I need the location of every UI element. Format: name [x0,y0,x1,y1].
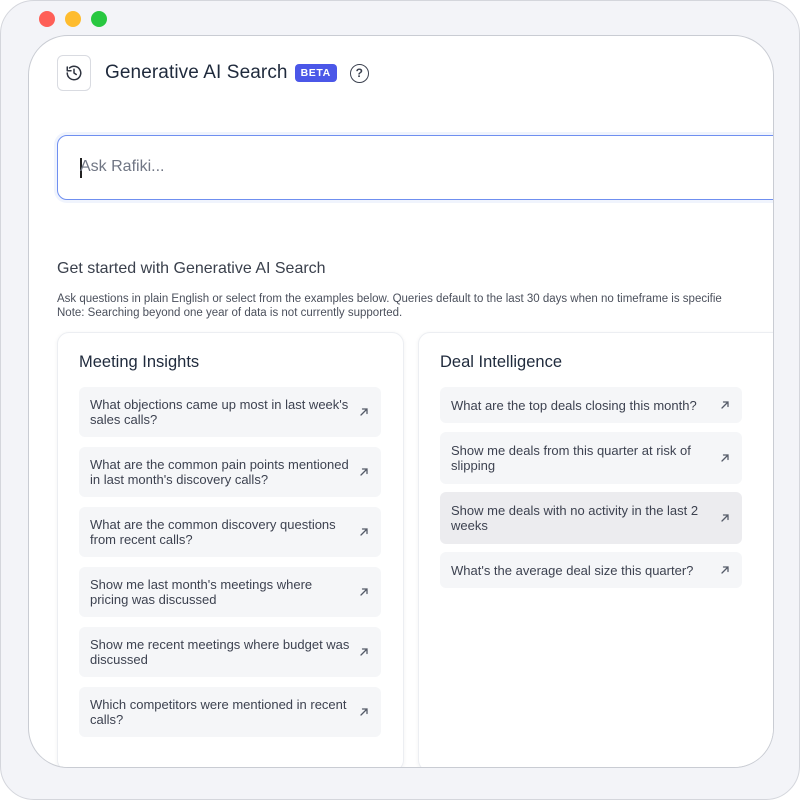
prompt-text: What are the top deals closing this mont… [451,397,697,413]
window-controls [39,11,107,27]
arrow-up-right-icon [360,528,368,536]
prompt-text: Show me last month's meetings where pric… [90,577,313,607]
helper-text: Ask questions in plain English or select… [57,292,722,320]
help-button[interactable]: ? [349,63,369,83]
prompt-item[interactable]: Which competitors were mentioned in rece… [79,687,381,737]
arrow-up-right-icon [721,401,729,409]
prompt-item[interactable]: Show me last month's meetings where pric… [79,567,381,617]
beta-badge: BETA [294,64,337,82]
prompt-text: Show me deals from this quarter at risk … [451,443,691,473]
prompt-text: Which competitors were mentioned in rece… [90,697,347,727]
page-header: Generative AI Search BETA ? [57,55,369,91]
prompt-text: Show me recent meetings where budget was… [90,637,350,667]
prompt-item[interactable]: Show me deals from this quarter at risk … [440,432,742,484]
prompt-text: Show me deals with no activity in the la… [451,503,699,533]
helper-line-2: Note: Searching beyond one year of data … [57,307,403,319]
zoom-window-button[interactable] [91,11,107,27]
prompt-item[interactable]: What are the top deals closing this mont… [440,387,742,423]
app-window: Generative AI Search BETA ? Get started … [0,0,800,800]
arrow-up-right-icon [721,566,729,574]
app-content: Generative AI Search BETA ? Get started … [28,35,774,768]
prompt-item[interactable]: What's the average deal size this quarte… [440,552,742,588]
card-meeting-insights: Meeting Insights What objections came up… [57,332,404,767]
card-deal-intelligence: Deal Intelligence What are the top deals… [418,332,773,767]
history-icon [66,65,82,81]
arrow-up-right-icon [721,514,729,522]
arrow-up-right-icon [360,588,368,596]
prompt-text: What are the common discovery questions … [90,517,336,547]
card-title: Meeting Insights [79,353,200,371]
question-circle-icon: ? [355,66,363,80]
prompt-text: What are the common pain points mentione… [90,457,349,487]
prompt-text: What objections came up most in last wee… [90,397,349,427]
prompt-item[interactable]: What are the common discovery questions … [79,507,381,557]
page-title: Generative AI Search [105,62,288,83]
prompt-item[interactable]: What objections came up most in last wee… [79,387,381,437]
search-box[interactable] [57,135,773,200]
minimize-window-button[interactable] [65,11,81,27]
card-title: Deal Intelligence [440,353,562,371]
arrow-up-right-icon [360,708,368,716]
section-title: Get started with Generative AI Search [57,260,326,277]
history-button[interactable] [57,55,91,91]
close-window-button[interactable] [39,11,55,27]
search-input[interactable] [80,136,773,198]
prompt-item[interactable]: Show me deals with no activity in the la… [440,492,742,544]
arrow-up-right-icon [721,454,729,462]
arrow-up-right-icon [360,408,368,416]
prompt-text: What's the average deal size this quarte… [451,562,694,578]
prompt-item[interactable]: Show me recent meetings where budget was… [79,627,381,677]
arrow-up-right-icon [360,648,368,656]
arrow-up-right-icon [360,468,368,476]
helper-line-1: Ask questions in plain English or select… [57,293,722,305]
prompt-item[interactable]: What are the common pain points mentione… [79,447,381,497]
